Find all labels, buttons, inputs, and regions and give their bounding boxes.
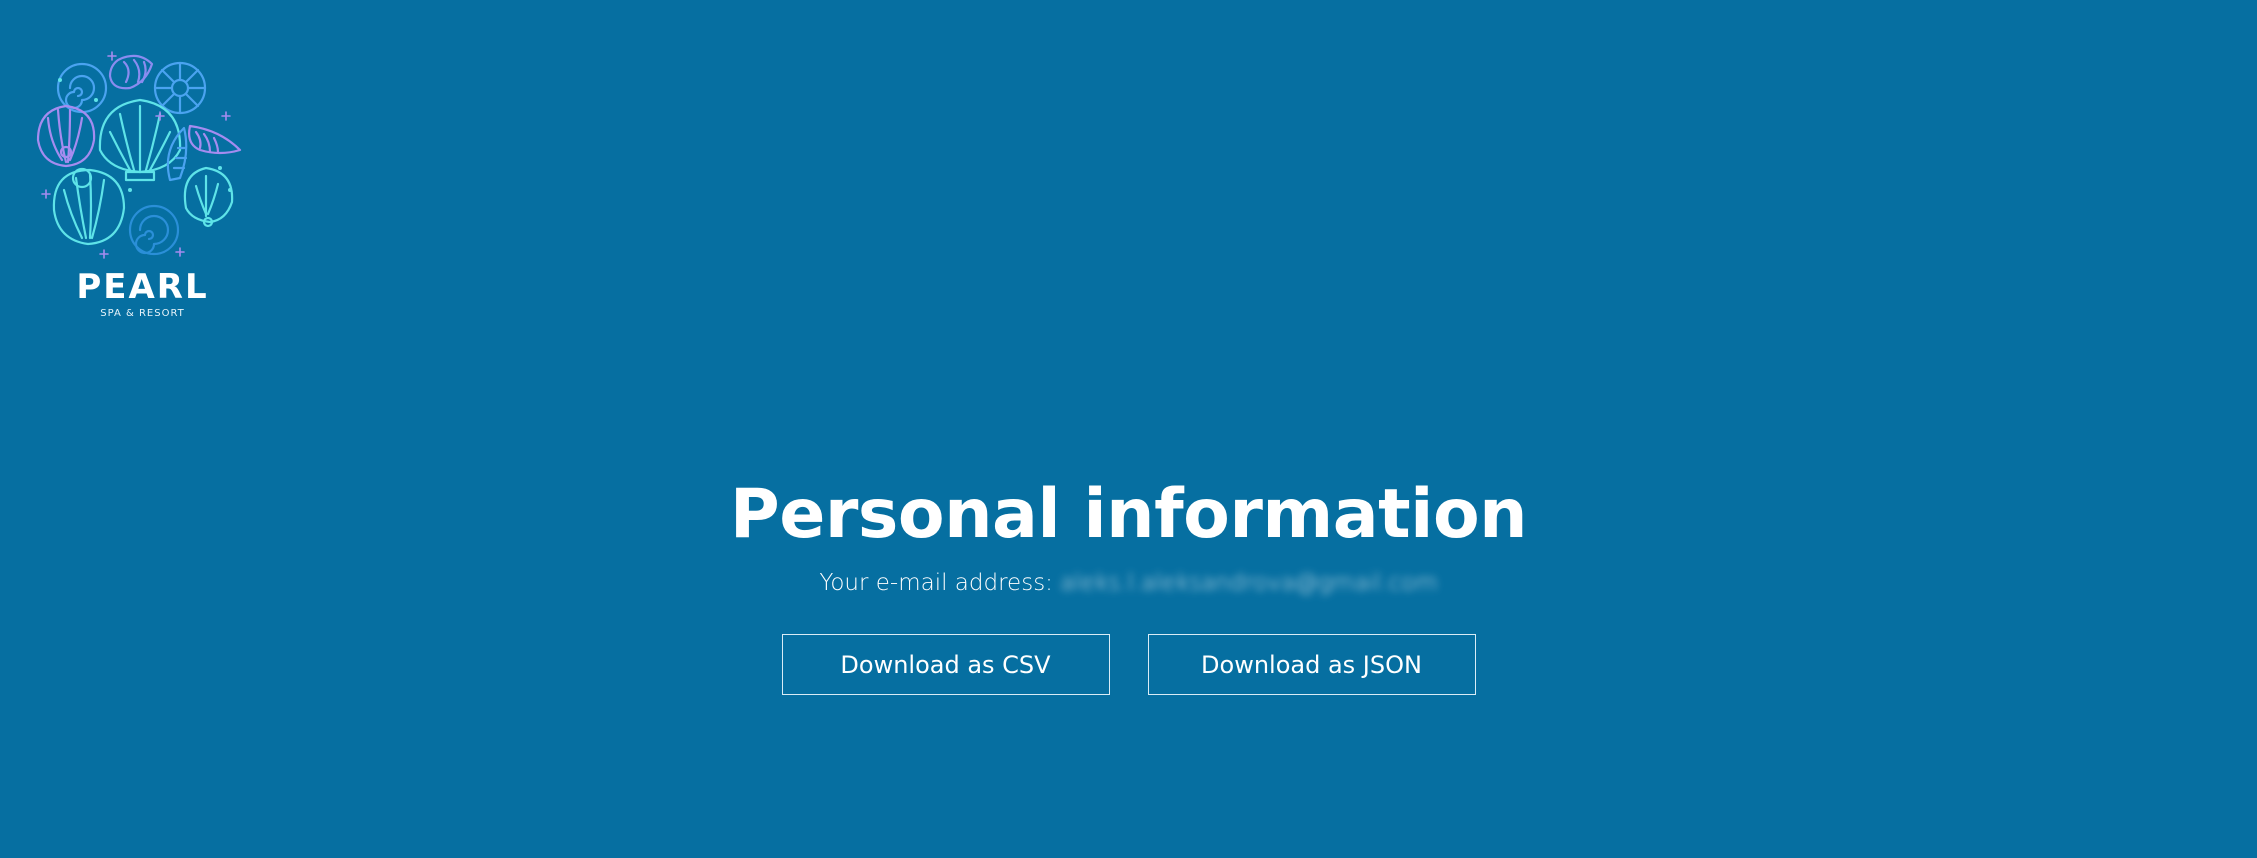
seashells-logo-icon <box>36 51 242 259</box>
pearl-logo: PEARL SPA & RESORT <box>30 40 255 325</box>
download-json-button[interactable]: Download as JSON <box>1147 634 1476 695</box>
email-value: aleks.l.aleksandrova@gmail.com <box>1060 570 1438 596</box>
page-title: Personal information <box>729 475 1528 554</box>
brand-name: PEARL <box>76 267 209 307</box>
email-label: Your e-mail address: <box>819 570 1053 596</box>
brand-tagline: SPA & RESORT <box>100 308 185 319</box>
download-csv-button[interactable]: Download as CSV <box>781 634 1110 695</box>
personal-info-section: Personal information Your e-mail address… <box>0 470 2257 695</box>
email-line: Your e-mail address: aleks.l.aleksandrov… <box>0 568 2257 598</box>
page: PEARL SPA & RESORT Personal information … <box>0 0 2257 858</box>
download-buttons: Download as CSV Download as JSON <box>0 634 2257 695</box>
